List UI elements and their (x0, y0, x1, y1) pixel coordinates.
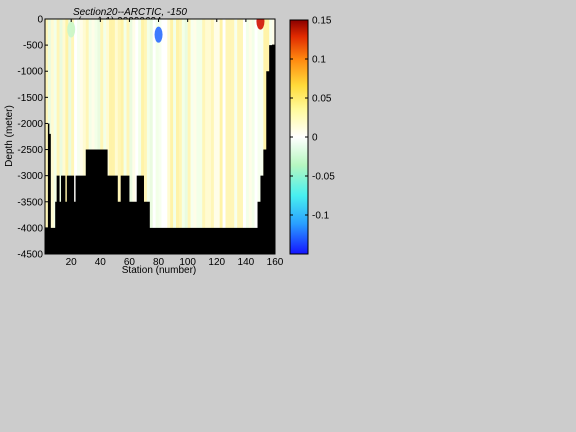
x-tick-label: 140 (238, 257, 255, 268)
velocity-streak (202, 19, 206, 254)
velocity-streak (167, 19, 171, 254)
velocity-streak (184, 19, 189, 254)
velocity-streak (181, 19, 186, 254)
velocity-streak (173, 19, 177, 254)
y-tick-label: 0 (37, 15, 43, 26)
velocity-streak (152, 19, 157, 254)
velocity-streak (242, 19, 247, 254)
y-axis-label: Depth (meter) (4, 105, 15, 167)
velocity-highlight (67, 21, 76, 38)
velocity-highlight (154, 26, 163, 43)
velocity-streak (187, 19, 192, 254)
velocity-streak (237, 19, 241, 254)
plot-area: 20 40 60 80 100 120 140 160 0-500-1000-1500-200… (17, 15, 284, 269)
colorbar-tick-label: 0.15 (312, 16, 332, 27)
velocity-streak (164, 19, 168, 254)
y-tick-label: -1000 (17, 67, 43, 78)
velocity-streak (161, 19, 165, 254)
velocity-streak (196, 19, 200, 254)
velocity-highlight (256, 19, 265, 30)
velocity-streak (45, 19, 49, 254)
y-tick-label: -1500 (17, 93, 43, 104)
velocity-streak (170, 19, 174, 254)
velocity-streak (193, 19, 197, 254)
colorbar-tick-label: -0.05 (312, 172, 335, 183)
y-tick-label: -3000 (17, 171, 43, 182)
velocity-streak (225, 19, 229, 254)
colorbar: 0.15 0.1 0.05 0 -0.05 -0.1 (289, 16, 335, 255)
velocity-streak (50, 19, 55, 254)
velocity-streak (205, 19, 209, 254)
velocity-streak (158, 19, 162, 254)
velocity-streak (210, 19, 215, 254)
y-tick-label: -4500 (17, 250, 43, 261)
velocity-streak (228, 19, 232, 254)
velocity-streak (245, 19, 250, 254)
velocity-streak (208, 19, 212, 254)
y-tick-label: -3500 (17, 197, 43, 208)
colorbar-tick-label: 0.1 (312, 55, 326, 66)
y-tick-label: -4000 (17, 223, 43, 234)
velocity-streak (176, 19, 180, 254)
velocity-streak (248, 19, 253, 254)
colorbar-tick-label: 0 (312, 133, 318, 144)
velocity-streak (251, 19, 256, 254)
x-axis-label: Station (number) (122, 265, 196, 276)
velocity-streak (222, 19, 227, 254)
velocity-streak (240, 19, 244, 254)
velocity-streak (178, 19, 183, 254)
figure-canvas: Section20--ARCTIC, -150 v(m s^-1) 200906… (4, 7, 335, 276)
y-tick-label: -2000 (17, 119, 43, 130)
colorbar-tick-label: -0.1 (312, 211, 330, 222)
y-tick-label: -2500 (17, 145, 43, 156)
velocity-streak (213, 19, 218, 254)
velocity-streak (234, 19, 238, 254)
velocity-streak (219, 19, 224, 254)
velocity-streak (190, 19, 194, 254)
x-tick-label: 20 (66, 257, 78, 268)
velocity-streak (199, 19, 203, 254)
x-tick-label: 120 (208, 257, 225, 268)
velocity-streak (231, 19, 235, 254)
velocity-streak (254, 19, 259, 254)
velocity-streak (149, 19, 154, 254)
x-tick-label: 160 (267, 257, 284, 268)
x-tick-label: 40 (95, 257, 107, 268)
velocity-streak (216, 19, 221, 254)
colorbar-tick-label: 0.05 (312, 94, 332, 105)
y-tick-label: -500 (23, 41, 43, 52)
velocity-streak (155, 19, 160, 254)
